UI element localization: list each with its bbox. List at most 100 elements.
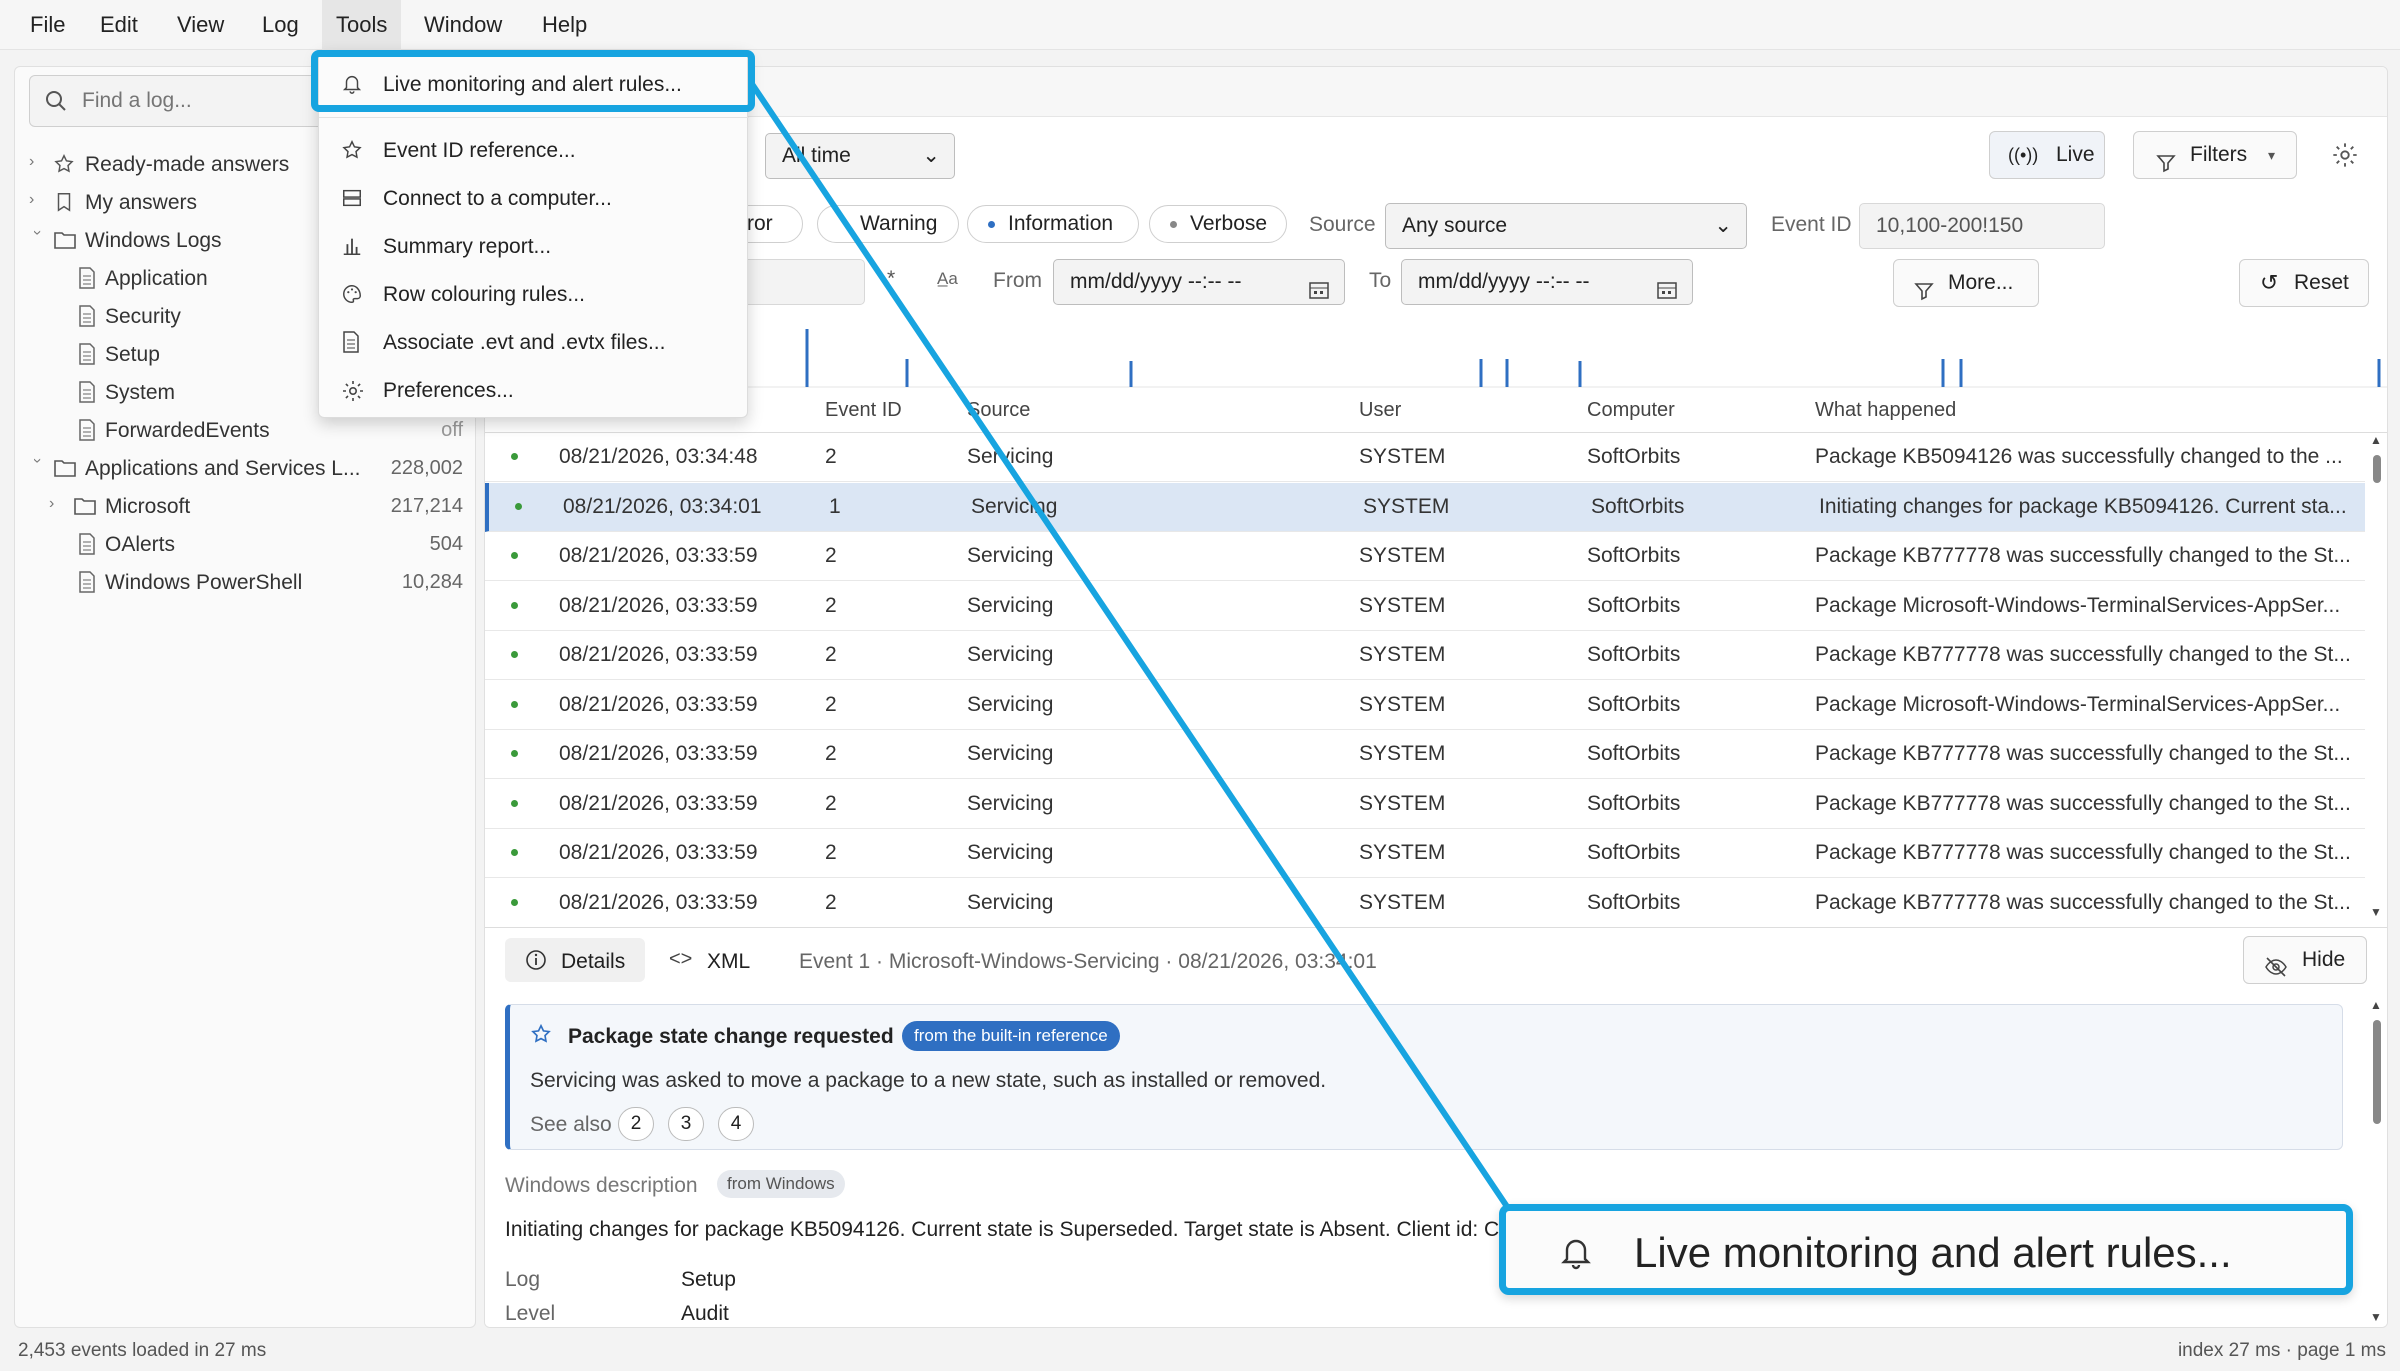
tree-item-microsoft[interactable]: › Microsoft 217,214 (15, 489, 477, 525)
table-row[interactable]: 08/21/2026, 03:33:59 2 Servicing SYSTEM Soft… (485, 631, 2365, 680)
from-date-input[interactable]: mm/dd/yyyy --:-- -- (1053, 259, 1345, 305)
menu-help[interactable]: Help (528, 0, 601, 50)
menu-item-row-colouring[interactable]: Row colouring rules... (319, 271, 749, 317)
caret-down-icon: ▾ (2268, 147, 2276, 163)
tree-item-applications-and-services[interactable]: › Applications and Services L... 228,002 (15, 451, 477, 487)
see-also-link[interactable]: 2 (618, 1107, 654, 1141)
menu-tools[interactable]: Tools (322, 0, 402, 50)
source-label: Source (1309, 213, 1376, 236)
chevron-right-icon[interactable]: › (29, 153, 47, 173)
table-row[interactable]: 08/21/2026, 03:34:01 1 Servicing SYSTEM Soft… (485, 482, 2365, 532)
table-row[interactable]: 08/21/2026, 03:33:59 2 Servicing SYSTEM Soft… (485, 582, 2365, 631)
filter-icon (2156, 144, 2176, 190)
level-information-pill[interactable]: Information (967, 205, 1139, 243)
menu-item-label: Preferences... (383, 379, 514, 402)
cell-what: Package KB777778 was successfully change… (1815, 742, 2351, 765)
menu-log[interactable]: Log (248, 0, 313, 50)
table-row[interactable]: 08/21/2026, 03:33:59 2 Servicing SYSTEM Soft… (485, 780, 2365, 829)
see-also-link[interactable]: 3 (668, 1107, 704, 1141)
live-button[interactable]: ((•)) Live (1989, 131, 2105, 179)
gear-icon[interactable] (2331, 141, 2359, 175)
cell-user: SYSTEM (1359, 593, 1446, 617)
scroll-down-icon[interactable]: ▼ (2370, 905, 2382, 919)
reset-button[interactable]: ↺ Reset (2239, 259, 2369, 307)
regex-toggle[interactable]: * (887, 267, 895, 291)
scroll-thumb[interactable] (2373, 1020, 2381, 1124)
menu-item-connect-computer[interactable]: Connect to a computer... (319, 175, 749, 221)
scroll-thumb[interactable] (2373, 455, 2381, 483)
table-scrollbar[interactable]: ▲ ▼ (2367, 433, 2387, 927)
cell-source: Servicing (971, 494, 1058, 518)
cell-time: 08/21/2026, 03:33:59 (559, 643, 758, 666)
event-summary: Event 1 · Microsoft-Windows-Servicing · … (799, 950, 1377, 973)
table-row[interactable]: 08/21/2026, 03:33:59 2 Servicing SYSTEM Soft… (485, 879, 2365, 928)
menu-view[interactable]: View (163, 0, 238, 50)
menu-edit[interactable]: Edit (86, 0, 152, 50)
to-date-input[interactable]: mm/dd/yyyy --:-- -- (1401, 259, 1693, 305)
star-icon (530, 1023, 552, 1051)
calendar-icon[interactable] (1308, 272, 1330, 316)
column-header-user[interactable]: User (1359, 399, 1401, 422)
menu-item-preferences[interactable]: Preferences... (319, 367, 749, 413)
cell-computer: SoftOrbits (1587, 742, 1681, 765)
cell-source: Servicing (967, 593, 1054, 617)
tree-item-oalerts[interactable]: OAlerts 504 (15, 527, 477, 563)
event-id-input[interactable]: 10,100-200!150 (1859, 203, 2105, 249)
scroll-up-icon[interactable]: ▲ (2370, 433, 2382, 447)
calendar-icon[interactable] (1656, 272, 1678, 316)
tree-item-label: OAlerts (105, 533, 176, 556)
more-label: More... (1948, 271, 2014, 294)
table-row[interactable]: 08/21/2026, 03:33:59 2 Servicing SYSTEM Soft… (485, 681, 2365, 730)
cell-source: Servicing (967, 742, 1054, 765)
cell-id: 2 (825, 791, 837, 815)
tree-item-forwardedevents[interactable]: ForwardedEvents off (15, 413, 477, 449)
menu-item-event-id-reference[interactable]: Event ID reference... (319, 127, 749, 173)
table-row[interactable]: 08/21/2026, 03:33:59 2 Servicing SYSTEM Soft… (485, 829, 2365, 878)
tree-item-windows-powershell[interactable]: Windows PowerShell 10,284 (15, 565, 477, 601)
chevron-down-icon[interactable]: › (26, 230, 46, 248)
column-header-source[interactable]: Source (967, 399, 1030, 422)
menu-item-summary-report[interactable]: Summary report... (319, 223, 749, 269)
main-panel: All time ⌄ ((•)) Live Filters ▾ Error Wa… (484, 66, 2388, 1328)
cell-id: 2 (825, 544, 837, 567)
table-row[interactable]: 08/21/2026, 03:34:48 2 Servicing SYSTEM Soft… (485, 433, 2365, 482)
chevron-down-icon[interactable]: › (26, 458, 46, 476)
hide-details-button[interactable]: Hide (2243, 936, 2367, 984)
to-label: To (1369, 269, 1392, 292)
cell-computer: SoftOrbits (1587, 643, 1681, 666)
table-row[interactable]: 08/21/2026, 03:33:59 2 Servicing SYSTEM Soft… (485, 730, 2365, 779)
tab-xml[interactable]: <> XML (659, 938, 759, 982)
status-dot-icon (511, 453, 518, 460)
column-header-event-id[interactable]: Event ID (825, 399, 902, 422)
source-select[interactable]: Any source ⌄ (1385, 203, 1747, 249)
level-warning-pill[interactable]: Warning (817, 205, 959, 243)
level-verbose-pill[interactable]: Verbose (1149, 205, 1287, 243)
column-header-computer[interactable]: Computer (1587, 399, 1675, 422)
info-icon (525, 949, 547, 977)
chevron-right-icon[interactable]: › (49, 495, 67, 515)
menu-file[interactable]: File (16, 0, 79, 50)
more-filters-button[interactable]: More... (1893, 259, 2039, 307)
scroll-up-icon[interactable]: ▲ (2370, 998, 2382, 1012)
details-scrollbar[interactable]: ▲ ▼ (2367, 998, 2387, 1327)
case-toggle[interactable]: A̲a (937, 269, 958, 289)
chevron-right-icon[interactable]: › (29, 191, 47, 211)
tree-item-count: 228,002 (390, 457, 463, 479)
column-header-what-happened[interactable]: What happened (1815, 399, 1956, 422)
menu-item-label: Connect to a computer... (383, 187, 612, 210)
table-row[interactable]: 08/21/2026, 03:33:59 2 Servicing SYSTEM Soft… (485, 532, 2365, 581)
status-dot-icon (511, 799, 518, 807)
cell-id: 2 (825, 742, 837, 765)
menu-item-associate-files[interactable]: Associate .evt and .evtx files... (319, 319, 749, 365)
filters-button[interactable]: Filters ▾ (2133, 131, 2297, 179)
tab-details[interactable]: Details (505, 938, 645, 982)
menu-item-label: Event ID reference... (383, 139, 576, 162)
menu-item-live-monitoring[interactable]: Live monitoring and alert rules... (319, 61, 749, 107)
menu-window[interactable]: Window (410, 0, 516, 50)
scroll-down-icon[interactable]: ▼ (2370, 1310, 2382, 1324)
cell-what: Package Microsoft-Windows-TerminalServic… (1815, 692, 2341, 716)
tree-item-label: Setup (105, 343, 160, 366)
see-also-link[interactable]: 4 (718, 1107, 754, 1141)
time-range-select[interactable]: All time ⌄ (765, 133, 955, 179)
event-id-label: Event ID (1771, 213, 1852, 236)
